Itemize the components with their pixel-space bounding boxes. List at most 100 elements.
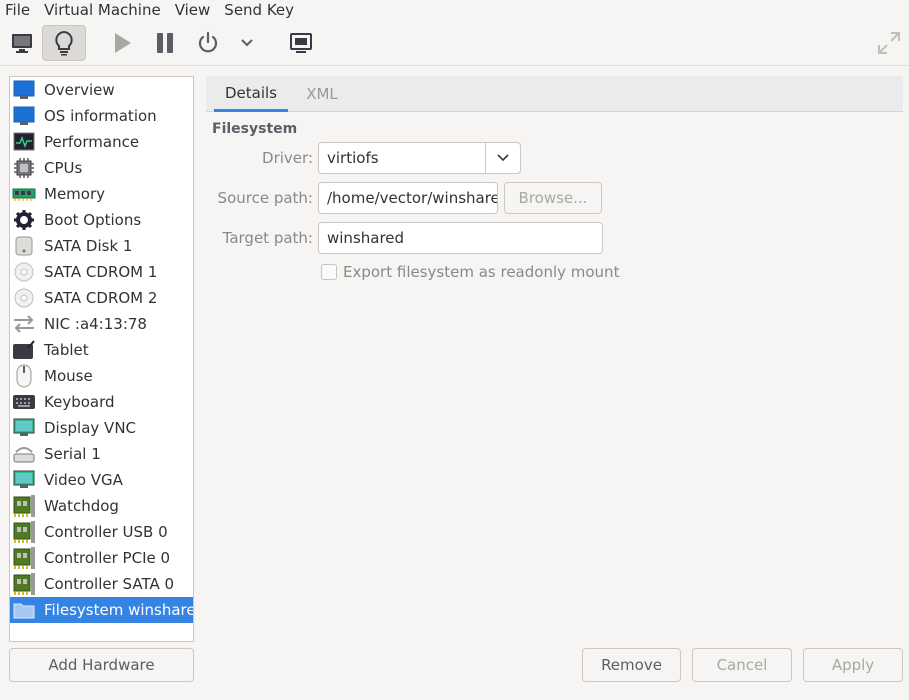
cdrom-icon	[12, 286, 36, 310]
menu-view[interactable]: View	[170, 1, 220, 19]
driver-value: virtiofs	[327, 149, 379, 167]
pci-card-icon	[12, 494, 36, 518]
menu-send-key[interactable]: Send Key	[219, 1, 303, 19]
sidebar-item-mouse[interactable]: Mouse	[10, 363, 193, 389]
tablet-icon	[12, 338, 36, 362]
serial-icon	[12, 442, 36, 466]
sidebar-item-keyboard[interactable]: Keyboard	[10, 389, 193, 415]
sidebar-item-display-vnc[interactable]: Display VNC	[10, 415, 193, 441]
gear-icon	[12, 208, 36, 232]
sidebar-item-performance[interactable]: Performance	[10, 129, 193, 155]
readonly-label: Export filesystem as readonly mount	[343, 263, 620, 281]
sidebar-item-label: NIC :a4:13:78	[44, 315, 147, 333]
sidebar-item-nic[interactable]: NIC :a4:13:78	[10, 311, 193, 337]
sidebar-item-serial-1[interactable]: Serial 1	[10, 441, 193, 467]
monitor-icon	[12, 34, 32, 53]
target-path-field[interactable]: winshared	[318, 222, 603, 254]
sidebar-item-boot-options[interactable]: Boot Options	[10, 207, 193, 233]
sidebar-item-label: Controller PCIe 0	[44, 549, 171, 567]
sidebar-item-label: Controller SATA 0	[44, 575, 175, 593]
menubar: File Virtual Machine View Send Key	[0, 0, 909, 20]
sidebar-item-watchdog[interactable]: Watchdog	[10, 493, 193, 519]
sidebar-item-label: Overview	[44, 81, 115, 99]
sidebar-item-label: Controller USB 0	[44, 523, 168, 541]
power-icon	[198, 31, 218, 53]
target-path-label: Target path:	[222, 229, 313, 247]
folder-icon	[12, 598, 36, 622]
sidebar-item-label: Watchdog	[44, 497, 119, 515]
sidebar-item-sata-cdrom-2[interactable]: SATA CDROM 2	[10, 285, 193, 311]
source-path-field[interactable]: /home/vector/winshare	[318, 182, 498, 214]
performance-icon	[12, 130, 36, 154]
apply-button[interactable]: Apply	[803, 648, 903, 682]
sidebar-item-label: Display VNC	[44, 419, 137, 437]
details-view-button[interactable]	[42, 25, 86, 61]
sidebar-item-label: CPUs	[44, 159, 83, 177]
source-path-value: /home/vector/winshare	[327, 189, 498, 207]
sidebar-item-controller-usb-0[interactable]: Controller USB 0	[10, 519, 193, 545]
pci-card-icon	[12, 572, 36, 596]
readonly-checkbox[interactable]	[321, 264, 337, 280]
sidebar-item-label: SATA CDROM 1	[44, 263, 158, 281]
sidebar-item-sata-cdrom-1[interactable]: SATA CDROM 1	[10, 259, 193, 285]
sidebar-item-memory[interactable]: Memory	[10, 181, 193, 207]
cancel-button[interactable]: Cancel	[692, 648, 792, 682]
pause-button[interactable]	[148, 25, 182, 61]
sidebar-item-label: Performance	[44, 133, 140, 151]
run-button[interactable]	[106, 25, 138, 61]
shutdown-menu-button[interactable]	[236, 25, 258, 61]
screenshot-icon	[290, 33, 312, 53]
sidebar-item-controller-pcie-0[interactable]: Controller PCIe 0	[10, 545, 193, 571]
play-icon	[115, 33, 131, 53]
sidebar-item-label: SATA Disk 1	[44, 237, 133, 255]
driver-label: Driver:	[262, 149, 313, 167]
sidebar-item-label: SATA CDROM 2	[44, 289, 158, 307]
memory-icon	[12, 182, 36, 206]
hardware-list: Overview OS information Performance CPUs…	[9, 76, 194, 642]
sidebar-item-cpus[interactable]: CPUs	[10, 155, 193, 181]
sidebar-item-video-vga[interactable]: Video VGA	[10, 467, 193, 493]
display-icon	[12, 416, 36, 440]
shutdown-button[interactable]	[192, 25, 224, 61]
target-path-value: winshared	[327, 229, 405, 247]
chevron-down-icon	[241, 39, 253, 47]
mouse-icon	[12, 364, 36, 388]
disk-icon	[12, 234, 36, 258]
sidebar-item-label: Keyboard	[44, 393, 115, 411]
sidebar-item-label: Filesystem winshare	[44, 601, 194, 619]
menu-virtual-machine[interactable]: Virtual Machine	[39, 1, 170, 19]
keyboard-icon	[12, 390, 36, 414]
monitor-icon	[12, 78, 36, 102]
cdrom-icon	[12, 260, 36, 284]
sidebar-item-label: Tablet	[44, 341, 89, 359]
sidebar-item-os-information[interactable]: OS information	[10, 103, 193, 129]
monitor-icon	[12, 104, 36, 128]
sidebar-item-sata-disk-1[interactable]: SATA Disk 1	[10, 233, 193, 259]
pci-card-icon	[12, 546, 36, 570]
add-hardware-button[interactable]: Add Hardware	[9, 648, 194, 682]
remove-button[interactable]: Remove	[582, 648, 681, 682]
lightbulb-icon	[55, 30, 73, 56]
details-panel: Details XML Filesystem Driver: virtiofs …	[206, 76, 903, 642]
menu-file[interactable]: File	[0, 1, 39, 19]
chevron-down-icon[interactable]	[485, 143, 520, 173]
screenshot-button[interactable]	[284, 25, 318, 61]
sidebar-item-label: Boot Options	[44, 211, 142, 229]
driver-combo[interactable]: virtiofs	[318, 142, 521, 174]
tab-details[interactable]: Details	[214, 76, 288, 112]
network-icon	[12, 312, 36, 336]
source-path-label: Source path:	[217, 189, 313, 207]
sidebar-item-label: OS information	[44, 107, 157, 125]
tab-xml[interactable]: XML	[294, 76, 350, 112]
browse-button[interactable]: Browse...	[504, 182, 602, 214]
sidebar-item-filesystem-winshare[interactable]: Filesystem winshare	[10, 597, 193, 623]
sidebar-item-tablet[interactable]: Tablet	[10, 337, 193, 363]
console-view-button[interactable]	[4, 25, 40, 61]
readonly-row: Export filesystem as readonly mount	[321, 263, 619, 281]
fullscreen-button[interactable]	[872, 25, 906, 61]
sidebar-item-overview[interactable]: Overview	[10, 77, 193, 103]
tab-bar: Details XML	[206, 76, 903, 112]
sidebar-item-label: Memory	[44, 185, 106, 203]
sidebar-item-controller-sata-0[interactable]: Controller SATA 0	[10, 571, 193, 597]
section-title: Filesystem	[212, 121, 298, 137]
